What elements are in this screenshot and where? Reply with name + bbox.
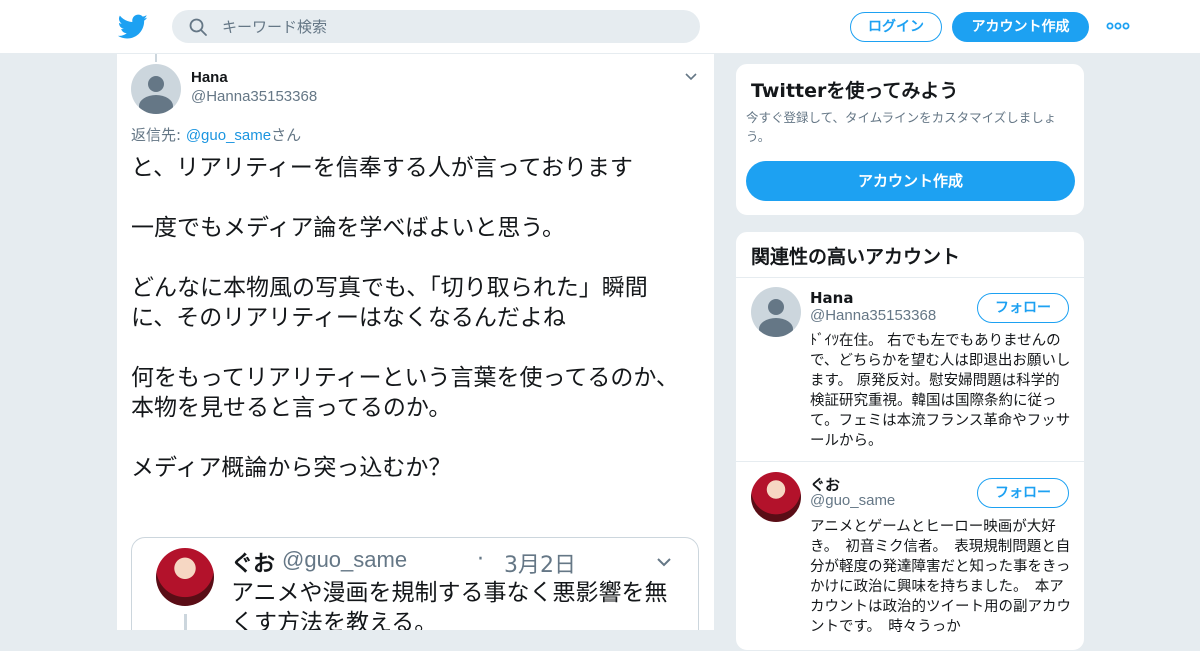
reply-handle-link[interactable]: @guo_same [186,127,271,144]
search-input[interactable] [222,10,682,43]
tweet-author-name[interactable]: Hana [191,69,228,86]
quoted-tweet[interactable]: ぐお @guo_same · 3月2日 アニメや漫画を規制する事なく悪影響を無く… [131,537,699,630]
follow-button[interactable]: フォロー [977,293,1069,323]
chevron-down-icon [657,558,671,567]
thread-connector [184,614,187,630]
search-icon [189,18,207,36]
tweet-text: と、リアリティーを信奉する人が言っております 一度でもメディア論を学べばよいと思… [131,155,679,481]
twitter-bird-icon[interactable] [118,14,148,40]
avatar[interactable] [131,64,181,114]
account-name[interactable]: Hana [810,289,853,307]
chevron-down-icon[interactable] [683,68,699,84]
top-bar: ログイン アカウント作成 [0,0,1200,54]
reply-prefix: 返信先: [131,126,186,144]
login-button[interactable]: ログイン [850,12,942,42]
reply-suffix: さん [271,126,302,144]
signup-card-description: 今すぐ登録して、タイムラインをカスタマイズしましょう。 [746,110,1057,144]
account-handle[interactable]: @guo_same [810,492,895,509]
quoted-text: アニメや漫画を規制する事なく悪影響を無くす方法を教える。 [231,580,668,630]
avatar[interactable] [751,287,801,337]
account-handle[interactable]: @Hanna35153368 [810,307,936,324]
tweet-author-handle[interactable]: @Hanna35153368 [191,88,317,105]
avatar [156,548,214,606]
reply-context: 返信先: @guo_sameさん [131,124,301,145]
account-bio: ﾄﾞｲﾂ在住。 右でも左でもありませんので、どちらかを望む人は即退出お願いします… [810,333,1071,449]
related-accounts-card: 関連性の高いアカウント Hana @Hanna35153368 フォロー ﾄﾞｲ… [735,231,1085,651]
avatar[interactable] [751,472,801,522]
separator-dot: · [477,547,484,572]
signup-card-button[interactable]: アカウント作成 [746,161,1075,201]
signup-button[interactable]: アカウント作成 [952,12,1089,42]
signup-card: Twitterを使ってみよう 今すぐ登録して、タイムラインをカスタマイズしましょ… [735,63,1085,216]
divider [736,277,1084,278]
more-dots-icon[interactable] [1106,18,1130,34]
thread-connector [155,54,157,62]
related-accounts-title: 関連性の高いアカウント [751,246,961,268]
quoted-date: 3月2日 [504,553,576,578]
quoted-author-name: ぐお [231,552,276,577]
follow-button[interactable]: フォロー [977,478,1069,508]
account-bio: アニメとゲームとヒーロー映画が大好き。 初音ミク信者。 表現規制問題と自分が軽度… [810,519,1071,635]
quoted-author-handle: @guo_same [282,547,408,572]
tweet-column: Hana @Hanna35153368 返信先: @guo_sameさん と、リ… [116,54,715,630]
search-bar[interactable] [172,10,700,43]
signup-card-title: Twitterを使ってみよう [751,80,959,102]
divider [736,461,1084,462]
